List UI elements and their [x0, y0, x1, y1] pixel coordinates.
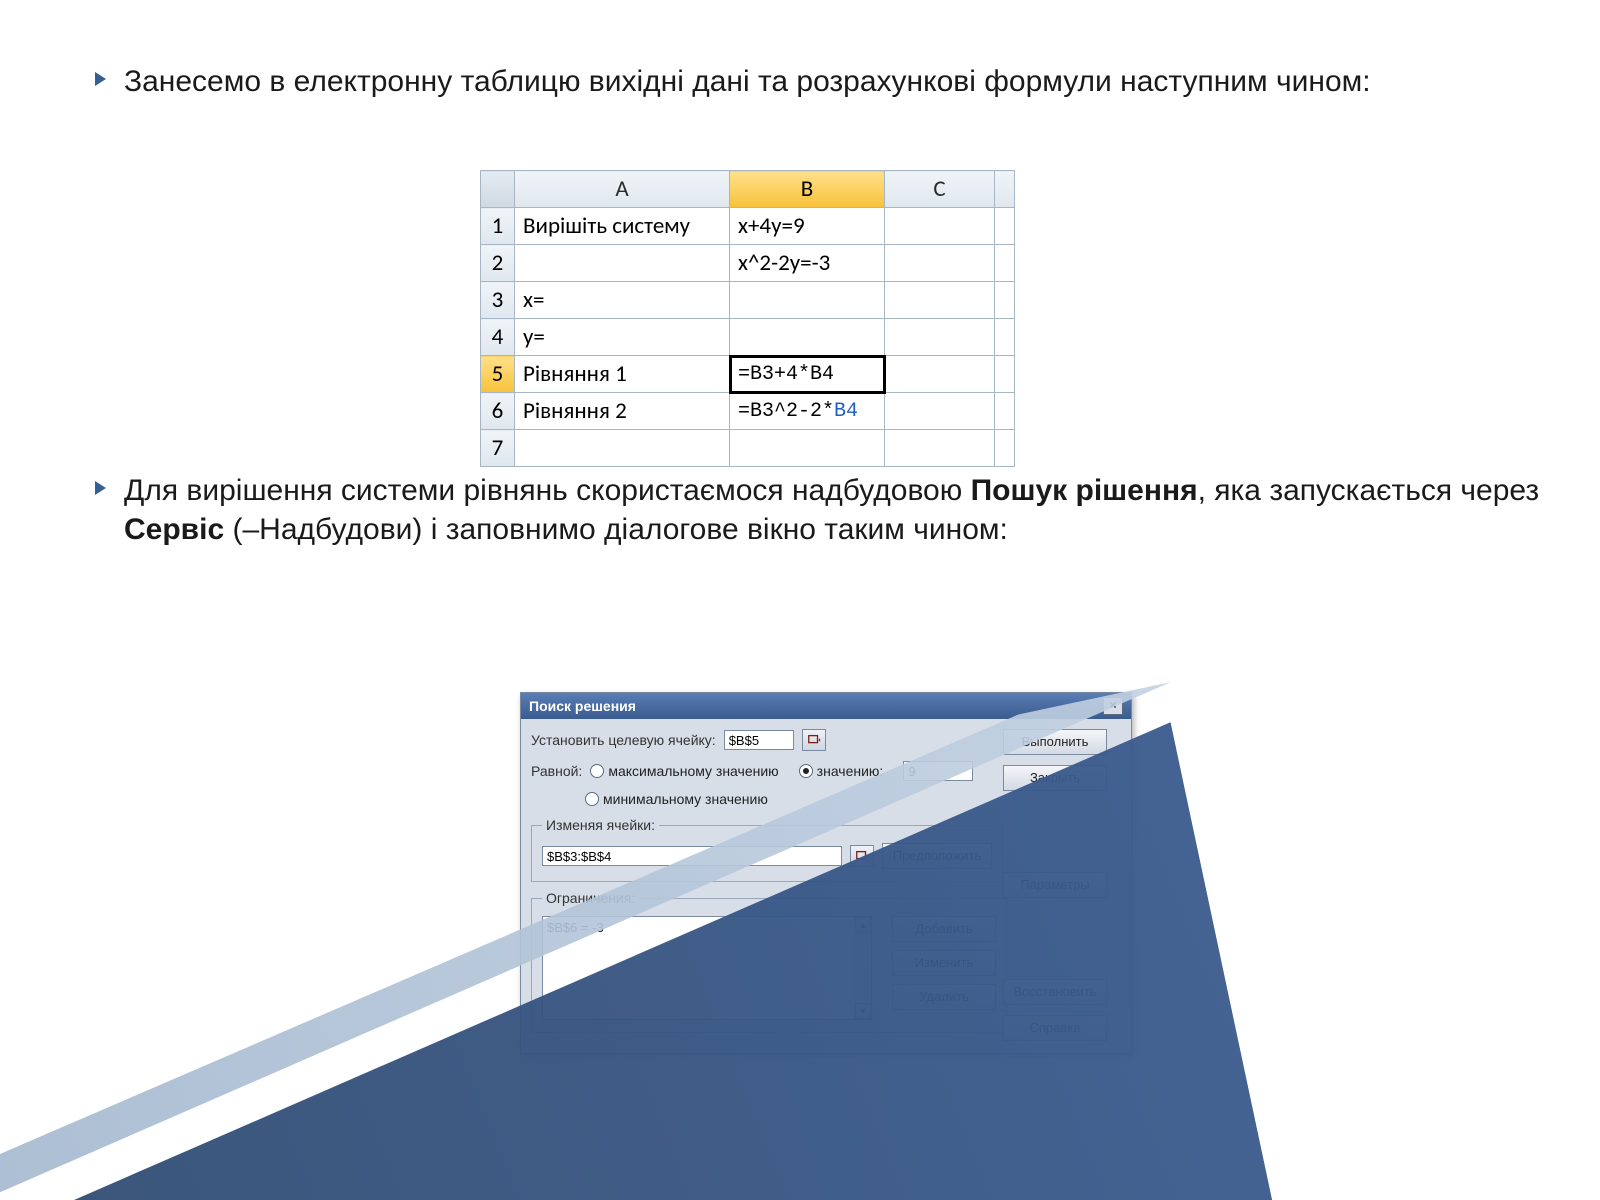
solver-title: Поиск решения [529, 698, 636, 714]
radio-min-label: минимальному значению [603, 791, 768, 807]
bullet-2-part2: , яка запускається через [1198, 474, 1540, 507]
cell-C7[interactable] [885, 430, 995, 467]
cell-C3[interactable] [885, 282, 995, 319]
cell-B2[interactable]: x^2-2y=-3 [730, 245, 885, 282]
bullet-2-bold1: Пошук рішення [971, 474, 1198, 507]
excel-corner[interactable] [481, 171, 515, 208]
cell-C2[interactable] [885, 245, 995, 282]
cell-A2[interactable] [515, 245, 730, 282]
bullet-1: Занесемо в електронну таблицю вихідні да… [0, 62, 1600, 101]
target-ref-button[interactable] [802, 729, 826, 751]
radio-min[interactable]: минимальному значению [585, 791, 768, 807]
cell-B5[interactable]: =B3+4*B4 [730, 356, 885, 393]
radio-max[interactable]: максимальному значению [590, 763, 778, 779]
row-header-6[interactable]: 6 [481, 393, 515, 430]
radio-max-label: максимальному значению [608, 763, 778, 779]
bullet-2-text: Для вирішення системи рівнянь скористаєм… [124, 471, 1540, 549]
bullet-2: Для вирішення системи рівнянь скористаєм… [0, 471, 1600, 549]
bullet-1-text: Занесемо в електронну таблицю вихідні да… [124, 62, 1540, 101]
cell-D1[interactable] [995, 208, 1015, 245]
cell-A7[interactable] [515, 430, 730, 467]
row-header-3[interactable]: 3 [481, 282, 515, 319]
cell-A5[interactable]: Рівняння 1 [515, 356, 730, 393]
radio-value-label: значению: [817, 763, 884, 779]
cell-B1[interactable]: x+4y=9 [730, 208, 885, 245]
cell-D6[interactable] [995, 393, 1015, 430]
cell-C5[interactable] [885, 356, 995, 393]
bullet-arrow-icon [95, 481, 106, 495]
cell-B3[interactable] [730, 282, 885, 319]
cell-A1[interactable]: Вирішіть систему [515, 208, 730, 245]
row-header-7[interactable]: 7 [481, 430, 515, 467]
cell-A3[interactable]: x= [515, 282, 730, 319]
cell-A4[interactable]: y= [515, 319, 730, 356]
cell-B6[interactable]: =B3^2-2*B4 [730, 393, 885, 430]
cell-B6-prefix: =B3^2-2* [738, 400, 834, 423]
radio-value[interactable]: значению: [799, 763, 884, 779]
cell-B4[interactable] [730, 319, 885, 356]
cell-A6[interactable]: Рівняння 2 [515, 393, 730, 430]
collapse-ref-icon [807, 733, 821, 747]
cell-B7[interactable] [730, 430, 885, 467]
col-header-A[interactable]: A [515, 171, 730, 208]
row-header-4[interactable]: 4 [481, 319, 515, 356]
cell-C4[interactable] [885, 319, 995, 356]
cell-D7[interactable] [995, 430, 1015, 467]
row-header-5[interactable]: 5 [481, 356, 515, 393]
col-header-B[interactable]: B [730, 171, 885, 208]
row-header-2[interactable]: 2 [481, 245, 515, 282]
changing-cells-legend: Изменяя ячейки: [542, 817, 659, 833]
cell-D3[interactable] [995, 282, 1015, 319]
cell-C6[interactable] [885, 393, 995, 430]
bullet-2-bold2: Сервіс [124, 513, 224, 546]
bullet-2-part1: Для вирішення системи рівнянь скористаєм… [124, 474, 971, 507]
cell-B6-ref: B4 [834, 400, 858, 423]
cell-D2[interactable] [995, 245, 1015, 282]
col-header-C[interactable]: C [885, 171, 995, 208]
target-cell-label: Установить целевую ячейку: [531, 732, 716, 748]
equal-label: Равной: [531, 763, 582, 779]
target-cell-input[interactable] [724, 730, 794, 750]
radio-dot-icon [799, 764, 813, 778]
cell-D5[interactable] [995, 356, 1015, 393]
excel-snippet: A B C 1 Вирішіть систему x+4y=9 2 x^2-2y… [480, 170, 1015, 467]
col-header-extra[interactable] [995, 171, 1015, 208]
radio-dot-icon [585, 792, 599, 806]
row-header-1[interactable]: 1 [481, 208, 515, 245]
bullet-arrow-icon [95, 72, 106, 86]
cell-C1[interactable] [885, 208, 995, 245]
radio-dot-icon [590, 764, 604, 778]
bullet-2-part3: (–Надбудови) і заповнимо діалогове вікно… [224, 513, 1008, 546]
cell-D4[interactable] [995, 319, 1015, 356]
